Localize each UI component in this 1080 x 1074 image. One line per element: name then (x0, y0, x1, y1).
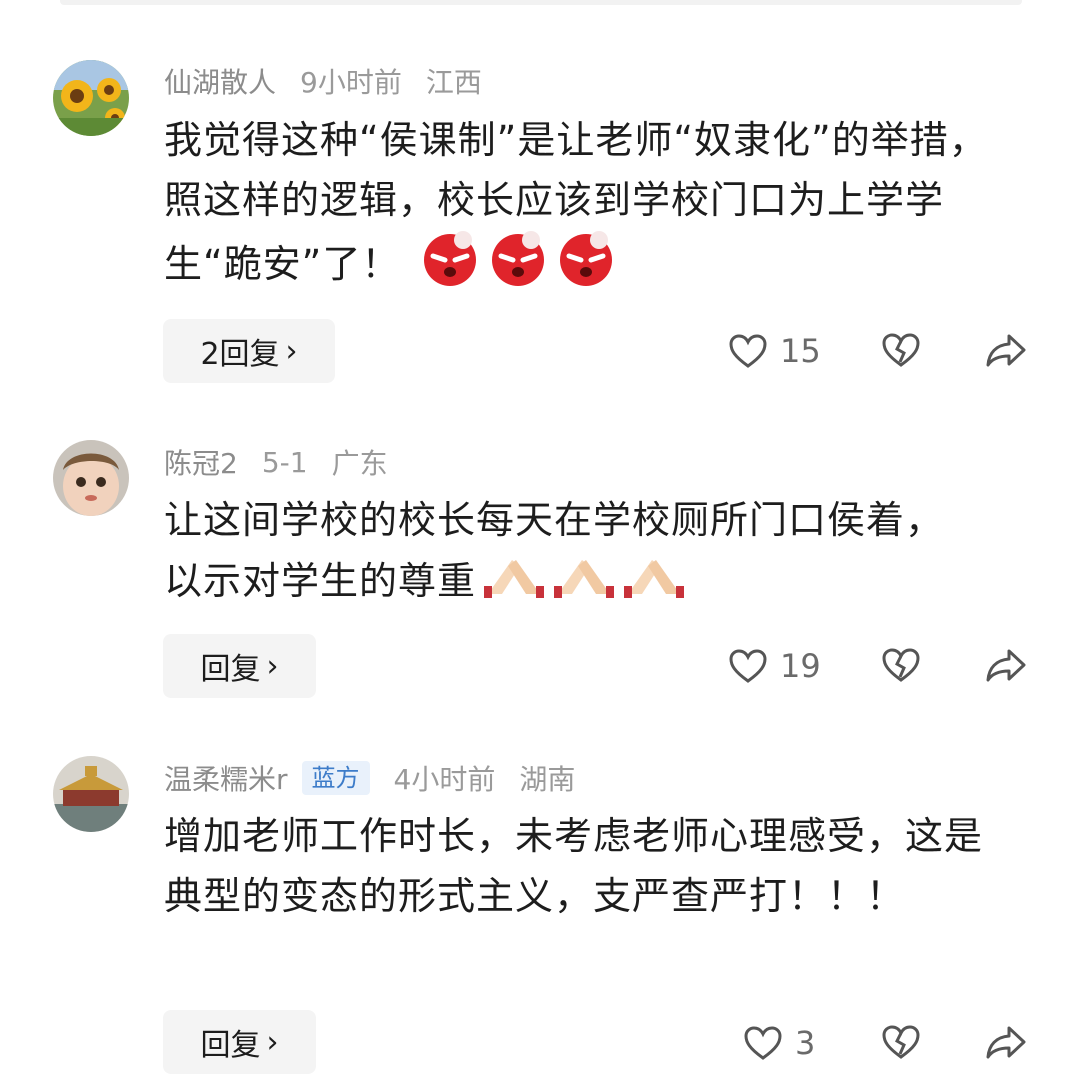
reply-label: 回复 (200, 1028, 261, 1063)
like-count: 3 (795, 1024, 816, 1062)
comment-meta: 仙湖散人 9小时前 江西 (164, 61, 482, 101)
top-divider (60, 0, 1022, 5)
chevron-right-icon: › (266, 648, 279, 684)
chevron-right-icon: › (266, 1024, 279, 1060)
dislike-button[interactable] (881, 647, 921, 687)
comment-text-block: 我觉得这种“侯课制”是让老师“奴隶化”的举措，照这样的逻辑，校长应该到学校门口为… (164, 110, 1024, 303)
broken-heart-icon (882, 648, 920, 682)
location: 广东 (331, 447, 388, 480)
reply-button[interactable]: 回复 › (163, 634, 316, 698)
comment-text-block: 让这间学校的校长每天在学校厕所门口侯着，以示对学生的尊重 (164, 490, 964, 617)
location: 湖南 (519, 763, 576, 796)
reply-label: 2回复 (200, 337, 280, 372)
share-button[interactable] (985, 332, 1027, 372)
dislike-button[interactable] (881, 332, 921, 372)
like-button[interactable]: 15 (728, 332, 821, 370)
avatar[interactable] (53, 440, 129, 516)
like-button[interactable]: 19 (728, 647, 821, 685)
reply-label: 回复 (200, 652, 261, 687)
broken-heart-icon (882, 1025, 920, 1059)
reply-button[interactable]: 回复 › (163, 1010, 316, 1074)
heart-outline-icon (729, 649, 767, 683)
timestamp: 5-1 (261, 445, 308, 479)
comment-meta: 温柔糯米r 蓝方 4小时前 湖南 (164, 758, 575, 798)
avatar[interactable] (53, 756, 129, 832)
like-button[interactable]: 3 (743, 1024, 815, 1062)
angry-face-icon (555, 230, 617, 303)
share-button[interactable] (985, 647, 1027, 687)
dislike-button[interactable] (881, 1024, 921, 1064)
like-count: 15 (780, 332, 821, 370)
broken-heart-icon (882, 333, 920, 367)
heart-outline-icon (729, 334, 767, 368)
angry-face-icon (419, 230, 481, 303)
chevron-right-icon: › (285, 333, 298, 369)
avatar[interactable] (53, 60, 129, 136)
share-arrow-icon (986, 1026, 1026, 1059)
like-count: 19 (780, 647, 821, 685)
location: 江西 (425, 66, 482, 99)
clap-hands-icon (552, 550, 616, 617)
team-tag: 蓝方 (301, 761, 370, 795)
comment-text-block: 增加老师工作时长，未考虑老师心理感受，这是典型的变态的形式主义，支严查严打！！！ (164, 806, 984, 926)
share-button[interactable] (985, 1024, 1027, 1064)
heart-outline-icon (744, 1026, 782, 1060)
share-arrow-icon (986, 649, 1026, 682)
clap-hands-icon (482, 550, 546, 617)
clap-hands-icon (622, 550, 686, 617)
username[interactable]: 仙湖散人 (164, 61, 276, 101)
comment-meta: 陈冠2 5-1 广东 (164, 442, 388, 482)
share-arrow-icon (986, 334, 1026, 367)
username[interactable]: 温柔糯米r (164, 758, 288, 798)
timestamp: 4小时前 (393, 763, 496, 796)
comment-text: 增加老师工作时长，未考虑老师心理感受，这是典型的变态的形式主义，支严查严打！！！ (164, 814, 984, 918)
timestamp: 9小时前 (300, 66, 402, 99)
reply-button[interactable]: 2回复 › (163, 319, 335, 383)
username[interactable]: 陈冠2 (164, 442, 238, 482)
angry-face-icon (487, 230, 549, 303)
